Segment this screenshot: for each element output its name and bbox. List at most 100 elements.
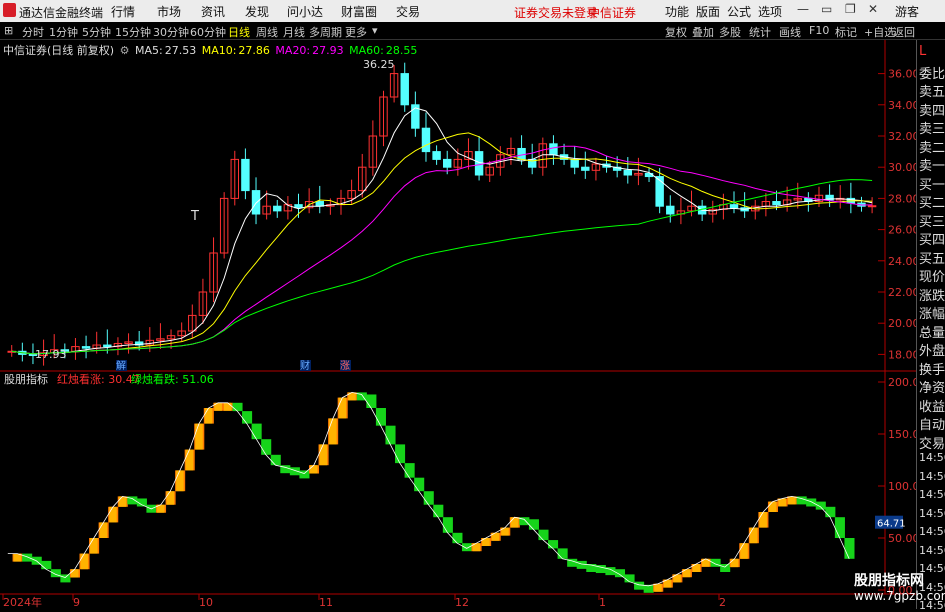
indicator-bar-hi [329, 418, 337, 445]
candle-body [421, 127, 431, 153]
candle-body [666, 205, 675, 215]
ma10-value: 27.86 [238, 44, 270, 57]
indicator-bar [442, 517, 453, 533]
ma-line-ma20 [11, 145, 873, 355]
price-tick-label: 22.00 [888, 286, 916, 299]
date-label: 1 [599, 596, 606, 609]
date-label: 10 [199, 596, 213, 609]
indicator-bar [614, 569, 626, 578]
quote-label: 14:56 [919, 451, 945, 464]
quote-label: 交易 [919, 436, 945, 452]
indicator-bar-hi [118, 496, 127, 507]
indicator-bar [538, 529, 549, 541]
indicator-bar [624, 574, 635, 583]
quote-label: 买五 [919, 251, 945, 267]
indicator-tick-label: 50.00 [888, 532, 916, 545]
indicator-bar [806, 498, 817, 507]
indicator-bar-hi [90, 538, 98, 554]
quote-label: 自动 [919, 418, 945, 433]
price-tick-label: 36.00 [888, 68, 916, 81]
indicator-bar [60, 574, 71, 583]
indicator-bar-hi [80, 553, 89, 570]
candle-body [772, 201, 781, 206]
quote-label: 委比 [919, 66, 945, 82]
indicator-bar [720, 564, 731, 572]
kline-chart[interactable]: 36.00 34.00 32.00 30.00 28.00 26.00 24.00 22.00… [0, 0, 916, 609]
watermark: 股朋指标网 www.7gpzb.com [840, 568, 945, 609]
candle-body [867, 205, 877, 208]
indicator-bar-hi [749, 527, 758, 544]
candle-body [443, 158, 452, 168]
quote-label: 收益 [919, 399, 945, 415]
indicator-bar-hi [654, 583, 662, 592]
ma-line-ma5 [11, 107, 873, 355]
quote-label: 卖三 [919, 122, 945, 137]
indicator-bar [242, 411, 253, 424]
indicator-bar [461, 543, 473, 552]
quote-label: 买三 [919, 214, 945, 230]
price-tick-label: 32.00 [888, 130, 916, 143]
date-label: 9 [73, 596, 80, 609]
indicator-bar [844, 538, 855, 559]
indicator-bar [41, 560, 52, 570]
ma60-label: MA60: [349, 44, 384, 57]
quote-sidebar: L 委比 卖五 卖四 卖三 卖二 卖一 买一 买二 买三 买四 买五 现价 涨跌 涨幅 总量 外盘 换手 净资 收益自… [916, 40, 945, 612]
indicator-bar-hi [759, 512, 767, 528]
quote-label: 卖二 [919, 140, 945, 156]
indicator-bar [299, 470, 310, 479]
indicator-bar [375, 408, 386, 426]
candle-body [581, 166, 590, 171]
quote-label: 卖一 [919, 159, 945, 174]
indicator-bar-hi [185, 449, 194, 471]
watermark-title: 股朋指标网 [854, 573, 924, 589]
indicator-bar-hi [223, 402, 232, 411]
candle-body [549, 143, 558, 156]
quote-label: 外盘 [919, 344, 945, 359]
indicator-bar [634, 581, 645, 590]
watermark-url: www.7gpzb.com [854, 589, 945, 603]
indicator-bar-hi [319, 444, 328, 466]
ma60-value: 28.55 [385, 44, 418, 57]
indicator-bar [528, 519, 539, 530]
indicator-bar [395, 444, 406, 464]
current-value: 64.71 [877, 519, 906, 530]
gear-icon[interactable]: ⚙ [120, 44, 130, 57]
indicator-bar-hi [176, 470, 184, 492]
indicator-bar-hi [109, 506, 117, 523]
indicator-tick-label: 200.0 [888, 376, 916, 389]
date-label: 12 [455, 596, 469, 609]
red-candle-label: 红烛看涨: 30.47 [57, 372, 140, 386]
date-label: 11 [319, 596, 333, 609]
candle-body [623, 169, 633, 176]
price-tick-label: 20.00 [888, 317, 916, 330]
indicator-bar-hi [510, 517, 519, 528]
indicator-bar [834, 517, 845, 538]
candle-body [432, 151, 441, 160]
date-label: 2024年 [3, 595, 42, 609]
ma5-value: 27.53 [164, 44, 197, 57]
indicator-bar [385, 425, 396, 445]
quote-label: 14:56 [919, 543, 945, 557]
indicator-bar [251, 423, 262, 440]
price-tick-label: 34.00 [888, 99, 916, 112]
indicator-bar-hi [204, 408, 213, 424]
indicator-name: 股朋指标 [4, 372, 48, 386]
ma-legend: 中信证券(日线 前复权) ⚙ MA5: 27.53 MA10: 27.86 MA20… [3, 42, 419, 58]
indicator-bar [557, 548, 568, 559]
indicator-bar [414, 477, 425, 492]
indicator-bar-hi [730, 558, 739, 568]
quote-label: 14:56 [919, 506, 945, 520]
stock-title: 中信证券(日线 前复权) [3, 44, 115, 57]
quote-label: 涨幅 [919, 307, 945, 322]
candle-body [251, 190, 261, 215]
indicator-bar [452, 532, 463, 544]
ma-line-ma10 [11, 132, 873, 355]
candle-body [729, 204, 739, 209]
indicator-bar [433, 504, 444, 518]
candle-body [400, 73, 409, 106]
event-marker: 财 [300, 359, 310, 372]
indicator-bar [22, 553, 33, 562]
quote-label: 现价 [919, 270, 945, 285]
quote-label: 14:56 [919, 525, 945, 538]
quote-label: L [919, 44, 927, 59]
